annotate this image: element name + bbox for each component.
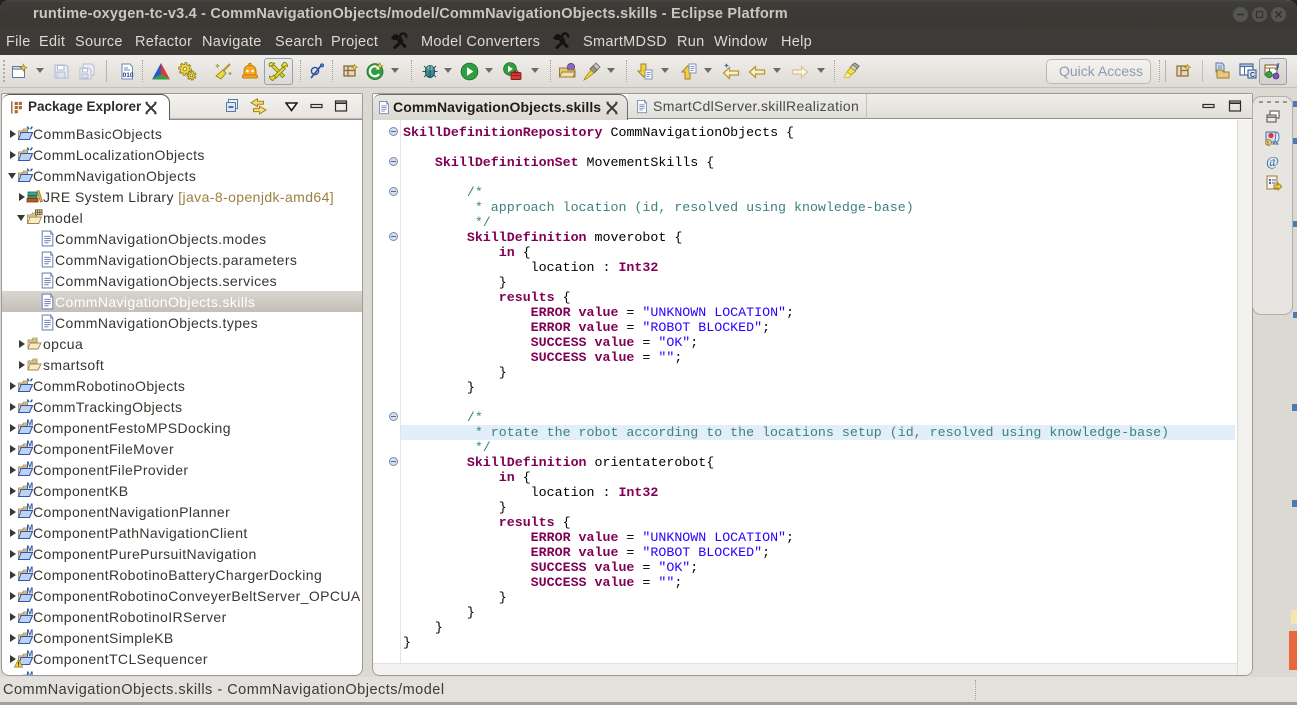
svg-text:J: J bbox=[1274, 62, 1280, 72]
svg-text:!: ! bbox=[1267, 141, 1269, 147]
svg-text:C: C bbox=[1250, 72, 1255, 79]
svg-text:010: 010 bbox=[123, 72, 134, 79]
svg-text:@: @ bbox=[1266, 155, 1279, 170]
